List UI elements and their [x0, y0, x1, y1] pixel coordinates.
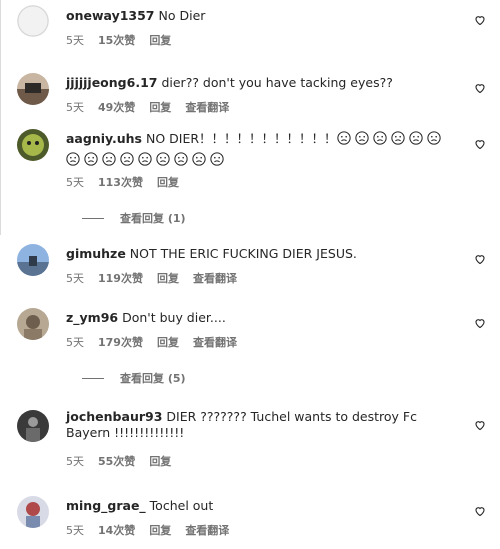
heart-icon[interactable]: [474, 138, 486, 150]
like-count[interactable]: 15次赞: [98, 34, 135, 47]
reply-button[interactable]: 回复: [157, 336, 179, 349]
see-translation-button[interactable]: 查看翻译: [185, 524, 229, 537]
comment-username[interactable]: oneway1357: [66, 8, 155, 23]
heart-icon[interactable]: [474, 82, 486, 94]
comment-text: NOT THE ERIC FUCKING DIER JESUS.: [129, 246, 357, 261]
view-replies-label[interactable]: 查看回复 (5): [120, 372, 186, 385]
frowning-face-emoji-icon: [174, 152, 188, 166]
like-count[interactable]: 119次赞: [98, 272, 143, 285]
frowning-face-emoji-icon: [354, 131, 369, 145]
frowning-face-emoji-icon: [102, 152, 116, 166]
frowning-face-emoji-icon: [336, 131, 351, 145]
comment-age: 5天: [66, 34, 84, 47]
comment-text: dier?? don't you have tacking eyes??: [161, 75, 393, 90]
comment-text: No Dier: [158, 8, 206, 23]
view-replies-label[interactable]: 查看回复 (1): [120, 212, 186, 225]
heart-icon[interactable]: [474, 505, 486, 517]
comment-username[interactable]: aagniy.uhs: [66, 131, 142, 146]
view-replies-button[interactable]: 查看回复 (5): [82, 370, 186, 386]
heart-icon[interactable]: [474, 419, 486, 431]
comment-username[interactable]: jjjjjjeong6.17: [66, 75, 157, 90]
avatar[interactable]: [17, 308, 49, 340]
reply-button[interactable]: 回复: [149, 101, 171, 114]
comment-text: Don't buy dier....: [122, 310, 226, 325]
comment-age: 5天: [66, 272, 84, 285]
like-count[interactable]: 113次赞: [98, 176, 143, 189]
see-translation-button[interactable]: 查看翻译: [193, 336, 237, 349]
like-count[interactable]: 55次赞: [98, 455, 135, 468]
heart-icon[interactable]: [474, 253, 486, 265]
divider: [82, 378, 104, 379]
reply-button[interactable]: 回复: [149, 34, 171, 47]
frowning-face-emoji-icon: [426, 131, 441, 145]
like-count[interactable]: 179次赞: [98, 336, 143, 349]
like-count[interactable]: 14次赞: [98, 524, 135, 537]
like-count[interactable]: 49次赞: [98, 101, 135, 114]
view-replies-button[interactable]: 查看回复 (1): [82, 210, 186, 226]
comment-age: 5天: [66, 524, 84, 537]
avatar[interactable]: [17, 5, 49, 37]
see-translation-button[interactable]: 查看翻译: [193, 272, 237, 285]
reply-button[interactable]: 回复: [149, 455, 171, 468]
comment-age: 5天: [66, 455, 84, 468]
frowning-face-emoji-icon: [156, 152, 170, 166]
reply-button[interactable]: 回复: [157, 176, 179, 189]
comment-username[interactable]: z_ym96: [66, 310, 118, 325]
comment-username[interactable]: jochenbaur93: [66, 409, 162, 424]
frowning-face-emoji-icon: [210, 152, 224, 166]
comment-text: NO DIER！！！！！！！！！！！: [145, 131, 337, 146]
comment-age: 5天: [66, 101, 84, 114]
frowning-face-emoji-icon: [408, 131, 423, 145]
avatar[interactable]: [17, 496, 49, 528]
frowning-face-emoji-icon: [138, 152, 152, 166]
avatar[interactable]: [17, 129, 49, 161]
comment-username[interactable]: gimuhze: [66, 246, 126, 261]
heart-icon[interactable]: [474, 14, 486, 26]
frowning-face-emoji-icon: [66, 152, 80, 166]
frowning-face-emoji-icon: [120, 152, 134, 166]
frowning-face-emoji-icon: [372, 131, 387, 145]
thread-line: [0, 0, 1, 235]
frowning-face-emoji-icon: [84, 152, 98, 166]
comment-age: 5天: [66, 176, 84, 189]
see-translation-button[interactable]: 查看翻译: [185, 101, 229, 114]
comment-age: 5天: [66, 336, 84, 349]
comment-username[interactable]: ming_grae_: [66, 498, 146, 513]
comment-text: Tochel out: [149, 498, 214, 513]
heart-icon[interactable]: [474, 317, 486, 329]
reply-button[interactable]: 回复: [149, 524, 171, 537]
frowning-face-emoji-icon: [192, 152, 206, 166]
avatar[interactable]: [17, 410, 49, 442]
avatar[interactable]: [17, 244, 49, 276]
divider: [82, 218, 104, 219]
frowning-face-emoji-icon: [390, 131, 405, 145]
reply-button[interactable]: 回复: [157, 272, 179, 285]
avatar[interactable]: [17, 73, 49, 105]
